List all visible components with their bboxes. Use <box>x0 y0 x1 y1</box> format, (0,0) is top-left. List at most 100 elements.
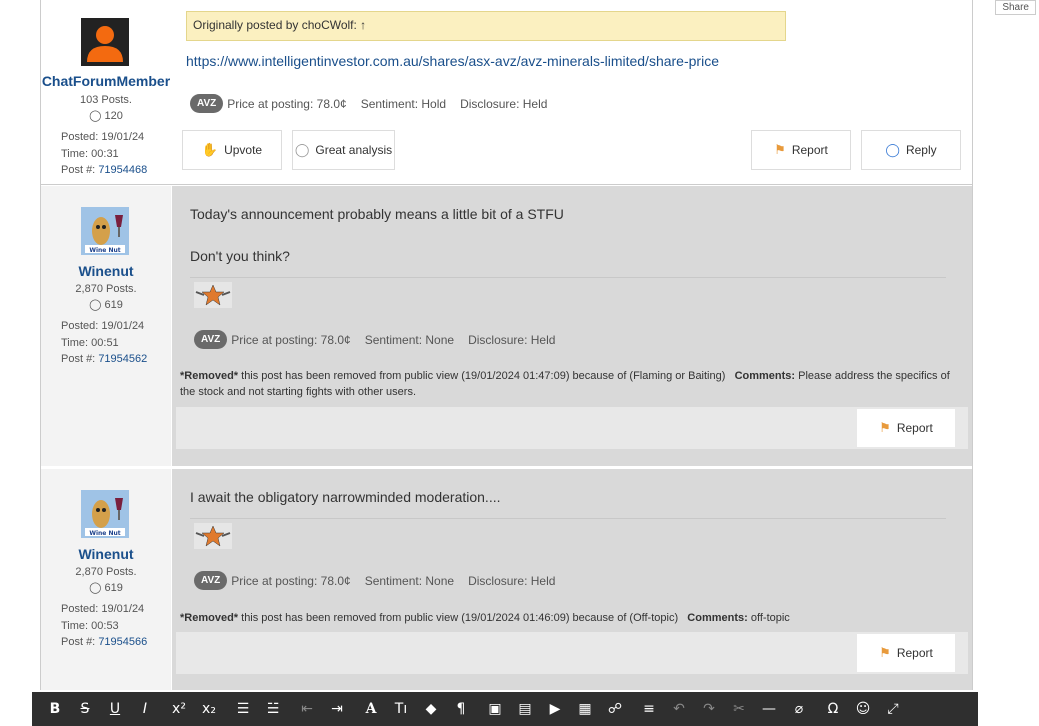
flag-icon: ⚑ <box>774 142 786 157</box>
likes-count: ◯ 120 <box>89 110 123 122</box>
posts-count: 103 Posts. <box>80 94 132 106</box>
post-number: Post #: 71954566 <box>61 636 148 648</box>
post-body: Today's announcement probably means a li… <box>172 186 972 466</box>
price-at-posting: Price at posting: 78.0¢ <box>231 573 351 588</box>
post-author-panel: Wine Nut Winenut 2,870 Posts. ◯ 619 Post… <box>41 186 171 466</box>
posted-time: Time: 00:51 <box>61 337 119 349</box>
post-body: I await the obligatory narrowminded mode… <box>172 469 972 690</box>
username[interactable]: ChatForumMember <box>41 73 171 89</box>
stock-tag[interactable]: AVZ <box>190 94 224 113</box>
price-at-posting: Price at posting: 78.0¢ <box>231 332 351 347</box>
italic-button[interactable]: I <box>130 701 160 717</box>
paragraph-format-icon[interactable]: ¶ <box>446 701 476 717</box>
report-button[interactable]: ⚑ Report <box>857 409 955 447</box>
svg-text:Wine Nut: Wine Nut <box>89 530 120 537</box>
bullet-list-icon[interactable]: ☰ <box>228 701 258 717</box>
stock-tag[interactable]: AVZ <box>194 571 228 590</box>
post-number: Post #: 71954562 <box>61 353 148 365</box>
lightbulb-icon: ◯ <box>89 110 102 122</box>
redo-icon[interactable]: ↷ <box>694 701 724 717</box>
disclosure: Disclosure: Held <box>460 96 548 111</box>
insert-image-icon[interactable]: ▣ <box>480 701 510 717</box>
post-text: Don't you think? <box>190 248 290 264</box>
font-family-icon[interactable]: A <box>356 701 386 717</box>
font-size-icon[interactable]: Tı <box>386 701 416 717</box>
flag-icon: ⚑ <box>879 645 891 660</box>
stock-tag[interactable]: AVZ <box>194 330 228 349</box>
great-analysis-button[interactable]: ◯ Great analysis <box>292 130 395 170</box>
undo-icon[interactable]: ↶ <box>664 701 694 717</box>
special-characters-icon[interactable]: Ω <box>818 701 848 717</box>
emoticons-icon[interactable]: ☺ <box>848 701 878 717</box>
signature-image <box>194 523 232 549</box>
post-number-link[interactable]: 71954566 <box>98 636 147 648</box>
removed-notice: *Removed* this post has been removed fro… <box>180 612 790 624</box>
post-tags: AVZ Price at posting: 78.0¢ Sentiment: N… <box>194 330 555 349</box>
fullscreen-icon[interactable]: ⤢ <box>878 701 908 717</box>
post-footer <box>176 632 968 674</box>
superscript-button[interactable]: x² <box>164 701 194 717</box>
reply-icon: ◯ <box>885 142 900 157</box>
post-footer <box>176 407 968 449</box>
post-1: ChatForumMember 103 Posts. ◯ 120 Posted:… <box>41 0 972 185</box>
post-author-panel: ChatForumMember 103 Posts. ◯ 120 Posted:… <box>41 0 171 184</box>
sentiment: Sentiment: Hold <box>360 96 447 111</box>
strikethrough-button[interactable]: S <box>70 701 100 717</box>
post-2: Wine Nut Winenut 2,870 Posts. ◯ 619 Post… <box>41 186 972 466</box>
svg-text:Wine Nut: Wine Nut <box>89 247 120 254</box>
subscript-button[interactable]: x₂ <box>194 701 224 717</box>
signature-image <box>194 282 232 308</box>
lightbulb-icon: ◯ <box>294 142 310 157</box>
horizontal-line-icon[interactable]: — <box>754 701 784 717</box>
report-button[interactable]: ⚑ Report <box>857 634 955 672</box>
sentiment: Sentiment: None <box>364 332 455 347</box>
report-button[interactable]: ⚑ Report <box>751 130 851 170</box>
posts-count: 2,870 Posts. <box>75 283 137 295</box>
text-color-icon[interactable]: ◆ <box>416 701 446 717</box>
share-price-link[interactable]: https://www.intelligentinvestor.com.au/s… <box>186 53 719 69</box>
avatar[interactable]: Wine Nut <box>81 490 129 538</box>
username[interactable]: Winenut <box>41 263 171 279</box>
insert-video-icon[interactable]: ▶ <box>540 701 570 717</box>
outdent-icon[interactable]: ⇤ <box>292 701 322 717</box>
post-3: Wine Nut Winenut 2,870 Posts. ◯ 619 Post… <box>41 469 972 690</box>
underline-button[interactable]: U <box>100 701 130 717</box>
post-tags: AVZ Price at posting: 78.0¢ Sentiment: N… <box>194 571 555 590</box>
upvote-button[interactable]: ✋ Upvote <box>182 130 282 170</box>
divider <box>190 518 946 519</box>
share-button[interactable]: Share <box>995 0 1036 15</box>
post-author-panel: Wine Nut Winenut 2,870 Posts. ◯ 619 Post… <box>41 469 171 690</box>
insert-file-icon[interactable]: ▤ <box>510 701 540 717</box>
post-number: Post #: 71954468 <box>61 164 148 176</box>
post-text: Today's announcement probably means a li… <box>190 206 564 222</box>
posted-date: Posted: 19/01/24 <box>61 603 145 615</box>
post-text: I await the obligatory narrowminded mode… <box>190 489 501 505</box>
reply-button[interactable]: ◯ Reply <box>861 130 961 170</box>
quote-header[interactable]: Originally posted by choCWolf: ↑ <box>186 11 786 41</box>
thumbs-up-icon: ✋ <box>201 142 219 157</box>
avatar[interactable] <box>81 18 129 66</box>
posted-date: Posted: 19/01/24 <box>61 131 145 143</box>
cut-icon[interactable]: ✂ <box>724 701 754 717</box>
post-body: Originally posted by choCWolf: ↑ https:/… <box>172 0 972 184</box>
avatar[interactable]: Wine Nut <box>81 207 129 255</box>
lightbulb-icon: ◯ <box>89 582 102 594</box>
disclosure: Disclosure: Held <box>468 573 556 588</box>
thread: ChatForumMember 103 Posts. ◯ 120 Posted:… <box>40 0 973 690</box>
numbered-list-icon[interactable]: ☱ <box>258 701 288 717</box>
username[interactable]: Winenut <box>41 546 171 562</box>
post-number-link[interactable]: 71954468 <box>98 164 147 176</box>
removed-notice: *Removed* this post has been removed fro… <box>180 370 950 398</box>
insert-table-icon[interactable]: ▦ <box>570 701 600 717</box>
indent-icon[interactable]: ⇥ <box>322 701 352 717</box>
post-number-link[interactable]: 71954562 <box>98 353 147 365</box>
flag-icon: ⚑ <box>879 420 891 435</box>
bold-button[interactable]: B <box>40 701 70 717</box>
likes-count: ◯ 619 <box>89 582 123 594</box>
clear-formatting-icon[interactable]: ⌀ <box>784 701 814 717</box>
likes-count: ◯ 619 <box>89 299 123 311</box>
align-icon[interactable]: ≡ <box>634 701 664 717</box>
posted-time: Time: 00:53 <box>61 620 119 632</box>
divider <box>190 277 946 278</box>
insert-link-icon[interactable]: ☍ <box>600 701 630 717</box>
